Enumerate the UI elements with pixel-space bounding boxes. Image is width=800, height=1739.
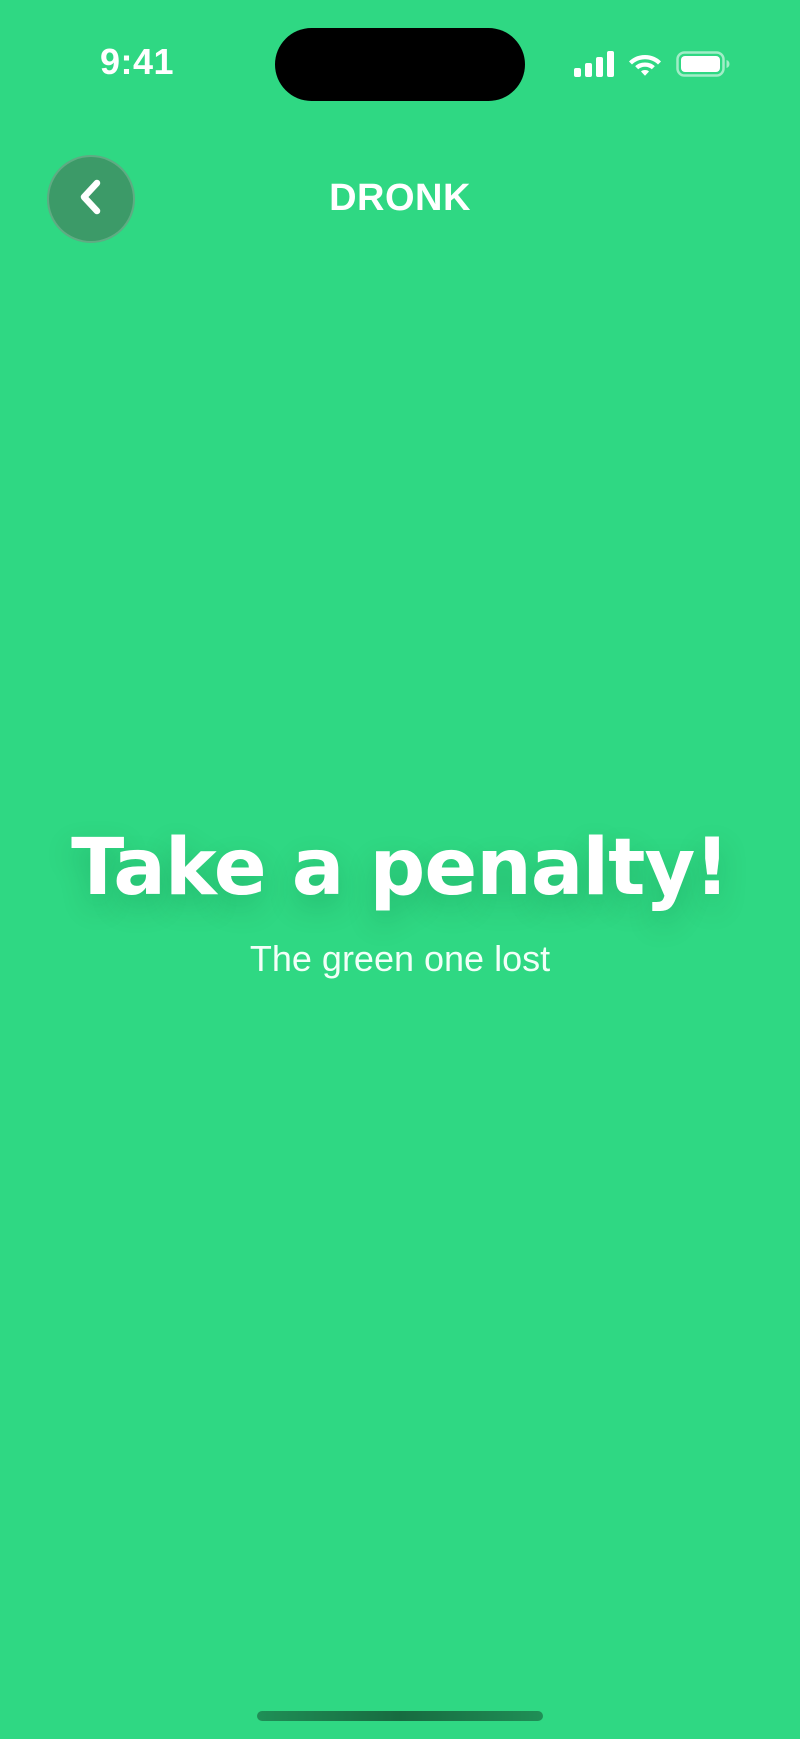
cellular-signal-icon (574, 51, 614, 77)
penalty-headline: Take a penalty! (71, 823, 730, 913)
battery-icon (676, 51, 730, 77)
home-indicator[interactable] (257, 1711, 543, 1721)
status-icons (574, 48, 730, 80)
game-screen: 9:41 DRONK Take a penalty! The green one… (0, 0, 800, 1739)
status-time: 9:41 (100, 41, 175, 82)
wifi-icon (628, 51, 662, 77)
loser-subtitle: The green one lost (249, 938, 551, 979)
page-title: DRONK (329, 177, 471, 219)
dynamic-island (275, 28, 525, 101)
